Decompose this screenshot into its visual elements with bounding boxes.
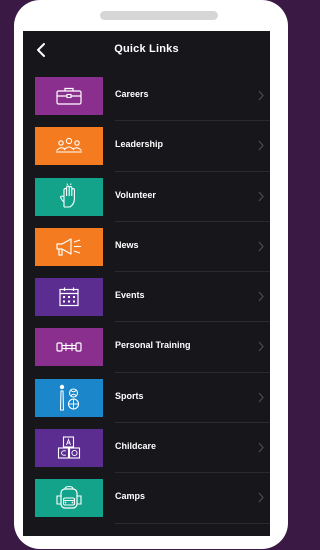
tile-events bbox=[35, 278, 103, 317]
calendar-icon bbox=[59, 287, 79, 307]
chevron-right-icon bbox=[258, 291, 264, 302]
chevron-right-icon bbox=[258, 90, 264, 101]
chevron-right-icon bbox=[258, 492, 264, 503]
list-item-volunteer[interactable]: Volunteer bbox=[23, 172, 270, 223]
list-item-camps[interactable]: Camps bbox=[23, 473, 270, 524]
list-item-label: Careers bbox=[115, 89, 149, 99]
people-group-icon bbox=[56, 138, 82, 153]
nav-header: Quick Links bbox=[23, 31, 270, 71]
dumbbell-icon bbox=[56, 342, 82, 353]
tile-news bbox=[35, 227, 103, 266]
tile-leadership bbox=[35, 127, 103, 166]
chevron-right-icon bbox=[258, 191, 264, 201]
raised-hand-icon bbox=[59, 182, 75, 208]
speaker-grille bbox=[100, 11, 218, 20]
tile-volunteer bbox=[35, 177, 103, 216]
list-item-leadership[interactable]: Leadership bbox=[23, 121, 270, 172]
list-item-label: Camps bbox=[115, 491, 146, 502]
tile-childcare bbox=[35, 429, 103, 468]
megaphone-icon bbox=[56, 238, 81, 256]
list-item-sports[interactable]: Sports bbox=[23, 373, 270, 424]
list-item-news[interactable]: News bbox=[23, 222, 270, 273]
toy-blocks-icon bbox=[57, 436, 81, 459]
list-item-label: Leadership bbox=[115, 139, 164, 150]
tile-careers bbox=[35, 77, 103, 115]
quick-links-list: Careers Leadership Volunteer News Events… bbox=[23, 71, 270, 524]
app-screen: Quick Links Careers Leadership Volunteer… bbox=[23, 31, 270, 536]
page-title: Quick Links bbox=[114, 43, 179, 55]
chevron-right-icon bbox=[258, 241, 264, 252]
list-item-label: Childcare bbox=[115, 441, 157, 452]
briefcase-icon bbox=[56, 87, 82, 105]
list-item-label: Sports bbox=[115, 390, 144, 401]
sports-balls-icon bbox=[59, 384, 80, 411]
chevron-right-icon bbox=[258, 442, 264, 453]
tile-personal-training bbox=[35, 328, 103, 367]
tile-camps bbox=[35, 479, 103, 518]
list-item-events[interactable]: Events bbox=[23, 272, 270, 323]
list-item-label: Events bbox=[115, 290, 145, 301]
chevron-right-icon bbox=[258, 392, 264, 403]
list-item-label: Volunteer bbox=[115, 189, 156, 200]
tile-sports bbox=[35, 378, 103, 417]
list-item-label: News bbox=[115, 239, 139, 250]
list-item-childcare[interactable]: Childcare bbox=[23, 423, 270, 474]
chevron-right-icon bbox=[258, 140, 264, 151]
backpack-icon bbox=[56, 486, 82, 509]
list-item-label: Personal Training bbox=[115, 340, 191, 351]
list-item-personal-training[interactable]: Personal Training bbox=[23, 322, 270, 374]
list-item-careers[interactable]: Careers bbox=[23, 71, 270, 122]
chevron-right-icon bbox=[258, 342, 264, 352]
